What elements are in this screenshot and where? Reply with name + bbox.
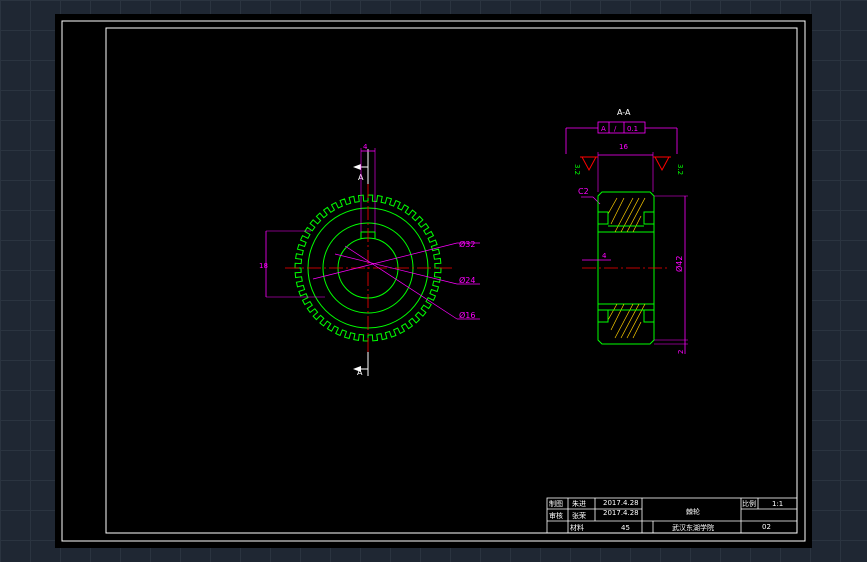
drawing-sheet: A A 4 18 Ø32 Ø24 Ø16 A-A A ∕ 0.1 bbox=[55, 14, 812, 548]
tb-material-label: 材料 bbox=[570, 523, 584, 532]
tb-row2-date: 2017.4.28 bbox=[603, 509, 639, 517]
dim-keyway: 4 bbox=[602, 252, 607, 260]
cad-drawing: A A 4 18 Ø32 Ø24 Ø16 A-A A ∕ 0.1 bbox=[61, 20, 806, 542]
dia-outer-label: Ø32 bbox=[459, 239, 475, 249]
section-label-bottom: A bbox=[357, 368, 363, 377]
tb-row2-label: 审核 bbox=[549, 511, 563, 520]
roughness-symbol-right bbox=[654, 156, 670, 172]
tb-row1-date: 2017.4.28 bbox=[603, 499, 639, 507]
chamfer-label: C2 bbox=[578, 187, 589, 196]
roughness-symbol-left bbox=[581, 156, 597, 172]
front-view: A A 4 18 Ø32 Ø24 Ø16 bbox=[259, 143, 480, 377]
section-view: A-A A ∕ 0.1 16 3.2 3.2 C2 4 Ø42 2 bbox=[565, 108, 688, 354]
tb-row2-name: 张荣 bbox=[572, 511, 586, 520]
section-arrow-top bbox=[353, 164, 361, 170]
dim-height-label: 18 bbox=[259, 262, 268, 270]
tb-drawing-number: 02 bbox=[762, 523, 771, 531]
dia-middle-label: Ø24 bbox=[459, 275, 475, 285]
roughness-left: 3.2 bbox=[573, 164, 581, 175]
tolerance-datum: A bbox=[601, 125, 606, 133]
tb-material-value: 45 bbox=[621, 524, 630, 532]
hatch-top bbox=[607, 197, 646, 233]
dim-small: 2 bbox=[677, 350, 685, 354]
tb-scale-value: 1:1 bbox=[772, 500, 783, 508]
hatch-bottom bbox=[607, 303, 646, 339]
dia-inner-label: Ø16 bbox=[459, 310, 475, 320]
tb-part-name: 棘轮 bbox=[686, 507, 700, 516]
dim-section-width: 16 bbox=[619, 143, 628, 151]
roughness-right: 3.2 bbox=[676, 164, 684, 175]
inner-frame bbox=[105, 27, 798, 534]
dim-width-label: 4 bbox=[363, 143, 368, 151]
tb-scale-label: 比例 bbox=[742, 499, 756, 508]
tb-row1-label: 制图 bbox=[549, 499, 563, 508]
tb-school: 武汉东湖学院 bbox=[672, 523, 714, 532]
dia-section-label: Ø42 bbox=[674, 256, 684, 272]
tolerance-value: 0.1 bbox=[627, 125, 638, 133]
tb-row1-name: 朱进 bbox=[572, 499, 586, 508]
tolerance-symbol: ∕ bbox=[614, 125, 617, 133]
section-title: A-A bbox=[617, 108, 631, 117]
